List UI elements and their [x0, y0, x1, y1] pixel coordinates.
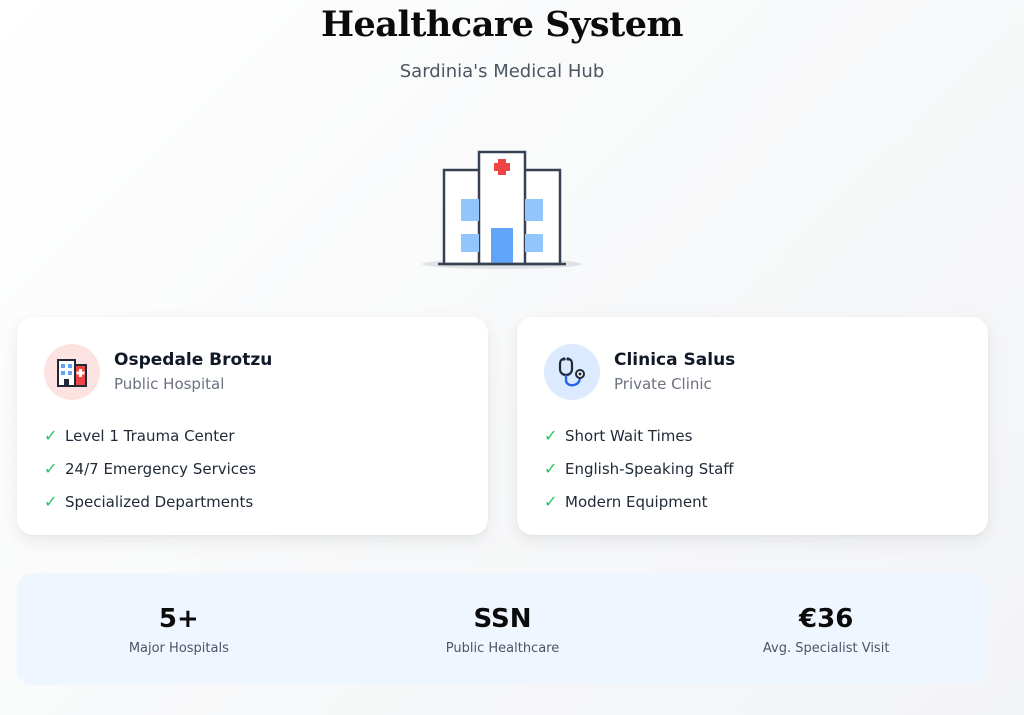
stat-label: Public Healthcare	[445, 641, 560, 656]
stat-value: €36	[799, 604, 854, 634]
page-subtitle: Sardinia's Medical Hub	[399, 61, 605, 82]
hospital-card-ospedale-brotzu: Ospedale Brotzu Public Hospital ✓ Level 1…	[17, 317, 488, 535]
hospital-card-clinica-salus: Clinica Salus Private Clinic ✓ Short Wait…	[517, 317, 988, 535]
feature-list: ✓ Level 1 Trauma Center ✓ 24/7 Emergency S…	[44, 419, 256, 518]
feature-item: ✓ Modern Equipment	[544, 485, 734, 518]
check-icon: ✓	[44, 492, 58, 511]
feature-item: ✓ English-Speaking Staff	[544, 452, 734, 485]
feature-label: English-Speaking Staff	[565, 459, 734, 478]
check-icon: ✓	[44, 459, 58, 478]
stethoscope-icon	[544, 344, 600, 400]
hospital-building-icon	[418, 146, 586, 272]
page-title: Healthcare System	[320, 4, 684, 45]
stat-specialist-visit: €36 Avg. Specialist Visit	[664, 573, 988, 685]
card-subtitle: Public Hospital	[114, 375, 225, 393]
check-icon: ✓	[544, 426, 558, 445]
card-title: Ospedale Brotzu	[114, 350, 273, 370]
card-subtitle: Private Clinic	[614, 375, 712, 393]
feature-label: 24/7 Emergency Services	[65, 459, 257, 478]
check-icon: ✓	[544, 492, 558, 511]
feature-label: Short Wait Times	[565, 426, 693, 445]
card-header: Clinica Salus Private Clinic	[544, 344, 735, 400]
stat-value: 5+	[158, 604, 199, 634]
feature-label: Level 1 Trauma Center	[65, 426, 235, 445]
check-icon: ✓	[544, 459, 558, 478]
stat-label: Avg. Specialist Visit	[762, 641, 890, 656]
check-icon: ✓	[44, 426, 58, 445]
feature-item: ✓ 24/7 Emergency Services	[44, 452, 256, 485]
feature-list: ✓ Short Wait Times ✓ English-Speaking Staf…	[544, 419, 734, 518]
stat-public-healthcare: SSN Public Healthcare	[341, 573, 665, 685]
card-header: Ospedale Brotzu Public Hospital	[44, 344, 272, 400]
card-title: Clinica Salus	[614, 350, 736, 370]
feature-item: ✓ Level 1 Trauma Center	[44, 419, 256, 452]
feature-item: ✓ Specialized Departments	[44, 485, 256, 518]
feature-label: Modern Equipment	[565, 492, 708, 511]
feature-item: ✓ Short Wait Times	[544, 419, 734, 452]
hospital-icon	[44, 344, 100, 400]
stat-label: Major Hospitals	[128, 641, 229, 656]
stats-panel: 5+ Major Hospitals SSN Public Healthcare…	[17, 573, 988, 685]
stat-major-hospitals: 5+ Major Hospitals	[17, 573, 341, 685]
stat-value: SSN	[473, 604, 532, 634]
feature-label: Specialized Departments	[65, 492, 254, 511]
